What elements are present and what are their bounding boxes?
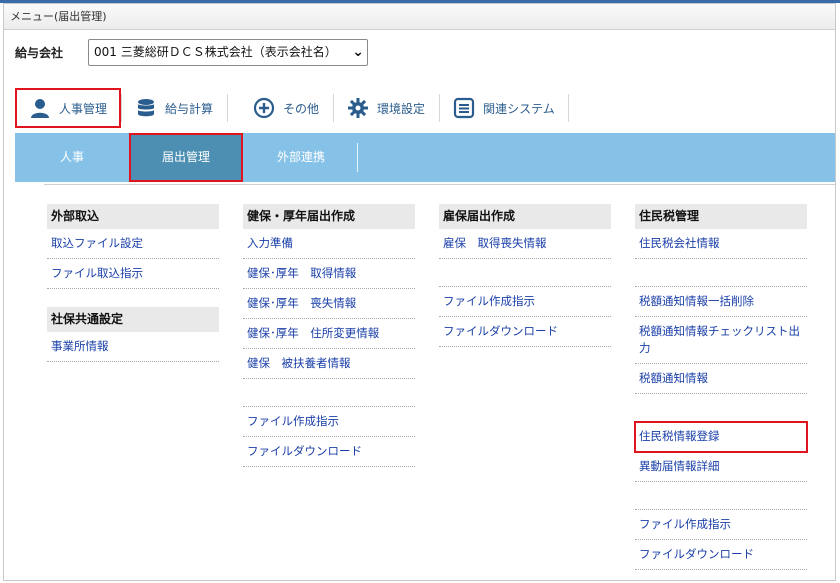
menu-blank-row — [243, 379, 415, 407]
menu-link[interactable]: ファイルダウンロード — [635, 540, 807, 570]
menu-link[interactable]: 異動届情報詳細 — [635, 452, 807, 482]
menu-blank-row — [635, 482, 807, 510]
main-nav-label: 関連システム — [483, 101, 555, 116]
section-title: 健保・厚年届出作成 — [243, 204, 415, 229]
menu-link[interactable]: ファイル作成指示 — [243, 407, 415, 437]
menu-link[interactable]: ファイルダウンロード — [243, 437, 415, 467]
main-nav-other[interactable]: その他 — [227, 88, 333, 128]
company-label: 給与会社 — [15, 46, 64, 60]
chevron-down-icon: ⌄ — [352, 44, 364, 60]
database-icon — [135, 97, 157, 119]
menu-link[interactable]: 雇保 取得喪失情報 — [439, 229, 611, 259]
menu-link[interactable]: ファイルダウンロード — [439, 317, 611, 347]
tab-jinji[interactable]: 人事 — [37, 133, 107, 182]
main-nav-jinji[interactable]: 人事管理 — [15, 88, 122, 128]
gear-icon — [347, 97, 369, 119]
sub-nav: 人事 届出管理 外部連携 — [15, 133, 835, 182]
menu-link[interactable]: 入力準備 — [243, 229, 415, 259]
tab-todokede[interactable]: 届出管理 — [129, 133, 243, 182]
menu-blank-row — [439, 259, 611, 287]
window-title: メニュー(届出管理) — [4, 4, 835, 30]
section-title: 外部取込 — [47, 204, 219, 229]
person-icon — [29, 97, 51, 119]
main-nav: 人事管理 給与計算 その他 環境設定 関連システム — [15, 88, 569, 128]
section-title: 社保共通設定 — [47, 307, 219, 332]
company-select-value: 001 三菱総研ＤＣＳ株式会社（表示会社名） — [94, 45, 337, 59]
tab-divider — [357, 143, 358, 172]
company-select[interactable]: 001 三菱総研ＤＣＳ株式会社（表示会社名） ⌄ — [88, 39, 368, 66]
main-nav-label: 人事管理 — [59, 101, 108, 116]
menu-link[interactable]: 税額通知情報チェックリスト出力 — [635, 317, 807, 364]
menu-link[interactable]: 取込ファイル設定 — [47, 229, 219, 259]
main-nav-related[interactable]: 関連システム — [439, 88, 569, 128]
menu-link[interactable]: 健保･厚年 住所変更情報 — [243, 319, 415, 349]
section-title: 住民税管理 — [635, 204, 807, 229]
section-title: 雇保届出作成 — [439, 204, 611, 229]
menu-link[interactable]: ファイル作成指示 — [635, 510, 807, 540]
column-kenpo: 健保・厚年届出作成 入力準備 健保･厚年 取得情報 健保･厚年 喪失情報 健保･… — [243, 204, 415, 467]
menu-link-highlighted[interactable]: 住民税情報登録 — [634, 421, 808, 453]
plus-circle-icon — [253, 97, 275, 119]
content-divider — [44, 184, 835, 185]
menu-blank-row — [635, 259, 807, 287]
menu-link[interactable]: ファイル作成指示 — [439, 287, 611, 317]
list-window-icon — [453, 97, 475, 119]
menu-link[interactable]: 税額通知情報 — [635, 364, 807, 394]
tab-external[interactable]: 外部連携 — [261, 133, 341, 182]
menu-link[interactable]: 健保 被扶養者情報 — [243, 349, 415, 379]
menu-link[interactable]: 事業所情報 — [47, 332, 219, 362]
menu-link[interactable]: ファイル取込指示 — [47, 259, 219, 289]
main-nav-kyuyo[interactable]: 給与計算 — [121, 88, 227, 128]
main-nav-label: 環境設定 — [377, 101, 426, 116]
main-nav-label: 給与計算 — [165, 101, 214, 116]
menu-link[interactable]: 健保･厚年 喪失情報 — [243, 289, 415, 319]
main-nav-settings[interactable]: 環境設定 — [333, 88, 439, 128]
menu-blank-row — [635, 394, 807, 422]
column-juminzei: 住民税管理 住民税会社情報 税額通知情報一括削除 税額通知情報チェックリスト出力… — [634, 204, 808, 570]
menu-link[interactable]: 健保･厚年 取得情報 — [243, 259, 415, 289]
menu-link[interactable]: 住民税会社情報 — [635, 229, 807, 259]
column-koho: 雇保届出作成 雇保 取得喪失情報 ファイル作成指示 ファイルダウンロード — [439, 204, 611, 347]
nav-divider — [567, 94, 569, 122]
menu-link[interactable]: 税額通知情報一括削除 — [635, 287, 807, 317]
column-external: 外部取込 取込ファイル設定 ファイル取込指示 社保共通設定 事業所情報 — [47, 204, 219, 362]
main-nav-label: その他 — [283, 101, 320, 116]
